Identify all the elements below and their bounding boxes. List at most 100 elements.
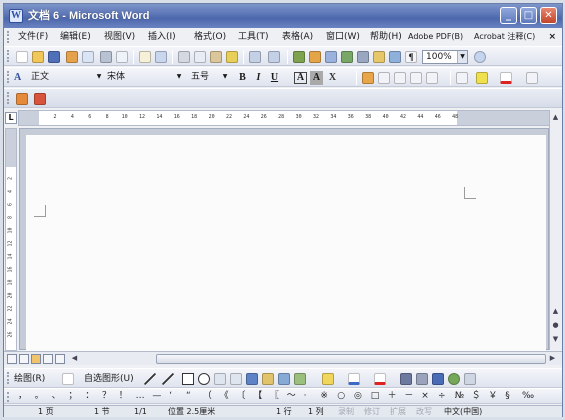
symbol-button[interactable]: · [304, 390, 307, 403]
symbol-button[interactable]: （ [203, 390, 212, 403]
drawing-icon[interactable] [373, 51, 385, 63]
menu-help[interactable]: 帮助(H) [370, 31, 402, 43]
undo-icon[interactable] [249, 51, 261, 63]
symbol-button[interactable]: ※ [320, 390, 328, 403]
menu-adobe-pdf[interactable]: Adobe PDF(B) [408, 31, 463, 43]
zoom-combo[interactable]: 100% ▼ [422, 50, 468, 64]
symbol-button[interactable]: ＋ [388, 390, 397, 403]
symbol-button[interactable]: ， [18, 390, 27, 403]
symbol-button[interactable]: ； [68, 390, 77, 403]
arrow-tool-icon[interactable] [162, 373, 174, 385]
normal-view-icon[interactable] [7, 354, 17, 364]
oval-tool-icon[interactable] [198, 373, 210, 385]
permission-icon[interactable] [66, 51, 78, 63]
align-center-icon[interactable] [378, 72, 390, 84]
symbol-button[interactable]: 。 [35, 390, 44, 403]
font-size-combo[interactable]: 五号 ▼ [188, 71, 230, 85]
status-overtype[interactable]: 改写 [416, 406, 432, 418]
symbol-button[interactable]: ‘ [169, 390, 172, 403]
document-close-button[interactable]: × [548, 31, 556, 43]
italic-button[interactable]: I [252, 71, 265, 85]
tab-selector[interactable]: L [5, 112, 17, 124]
print-icon[interactable] [100, 51, 112, 63]
toolbar-grip[interactable] [7, 372, 10, 384]
style-combo[interactable]: 正文 ▼ [28, 71, 104, 85]
line-color-icon[interactable] [348, 373, 360, 385]
tables-borders-icon[interactable] [309, 51, 321, 63]
symbol-button[interactable]: □ [371, 390, 380, 403]
minimize-button[interactable]: _ [500, 7, 517, 24]
text-box-icon[interactable] [214, 373, 226, 385]
menu-view[interactable]: 视图(V) [104, 31, 135, 43]
character-scale-button[interactable]: X [326, 71, 339, 85]
insert-excel-icon[interactable] [341, 51, 353, 63]
document-page[interactable] [26, 135, 546, 351]
research-icon[interactable] [155, 51, 167, 63]
symbol-button[interactable]: ○ [337, 390, 345, 403]
print-layout-icon[interactable] [31, 354, 41, 364]
draw-menu-button[interactable]: 绘图(R) [14, 372, 45, 386]
format-painter-icon[interactable] [226, 51, 238, 63]
dash-style-icon[interactable] [416, 373, 428, 385]
character-shading-button[interactable]: A [310, 71, 323, 85]
horizontal-ruler[interactable]: 2 4 6 8 10 12 14 16 18 20 22 24 26 28 30 32 34 36 38 40 42 44… [18, 110, 560, 126]
close-button[interactable]: ✕ [540, 7, 557, 24]
underline-button[interactable]: U [268, 71, 281, 85]
scroll-left-icon[interactable]: ◀ [69, 353, 80, 364]
symbol-button[interactable]: ‰ [522, 390, 534, 403]
status-extend[interactable]: 扩展 [390, 406, 406, 418]
symbol-button[interactable]: ￥ [488, 390, 497, 403]
line-tool-icon[interactable] [144, 373, 156, 385]
copy-icon[interactable] [194, 51, 206, 63]
align-justify-icon[interactable] [362, 72, 374, 84]
web-view-icon[interactable] [19, 354, 29, 364]
symbol-button[interactable]: … [136, 390, 145, 403]
spelling-icon[interactable] [139, 51, 151, 63]
document-area[interactable] [19, 128, 549, 351]
open-icon[interactable] [32, 51, 44, 63]
outline-view-icon[interactable] [43, 354, 53, 364]
scroll-up-icon[interactable]: ▲ [550, 112, 561, 123]
symbol-button[interactable]: 〔 [236, 390, 245, 403]
scroll-right-icon[interactable]: ▶ [547, 353, 558, 364]
menu-insert[interactable]: 插入(I) [148, 31, 176, 43]
picture-icon[interactable] [294, 373, 306, 385]
wordart-icon[interactable] [246, 373, 258, 385]
line-spacing-icon[interactable] [426, 72, 438, 84]
cut-icon[interactable] [178, 51, 190, 63]
menubar-grip[interactable] [7, 31, 10, 43]
hyperlink-icon[interactable] [293, 51, 305, 63]
fill-color-icon[interactable] [322, 373, 334, 385]
help-icon[interactable] [474, 51, 486, 63]
distributed-icon[interactable] [410, 72, 422, 84]
maximize-button[interactable]: □ [520, 7, 537, 24]
columns-icon[interactable] [357, 51, 369, 63]
symbol-button[interactable]: ～ [287, 390, 296, 403]
email-icon[interactable] [82, 51, 94, 63]
symbol-button[interactable]: § [505, 390, 510, 403]
symbol-button[interactable]: — [152, 390, 161, 403]
symbol-button[interactable]: ◎ [354, 390, 362, 403]
vertical-ruler[interactable]: 2 4 6 8 10 12 14 16 18 20 22 24 26 [5, 128, 17, 351]
styles-pane-icon[interactable]: A [14, 72, 26, 84]
document-map-icon[interactable] [389, 51, 401, 63]
symbol-button[interactable]: 〖 [270, 390, 279, 403]
menu-file[interactable]: 文件(F) [18, 31, 48, 43]
insert-table-icon[interactable] [325, 51, 337, 63]
font-color-icon[interactable] [500, 72, 512, 84]
menu-tools[interactable]: 工具(T) [238, 31, 269, 43]
numbering-icon[interactable] [456, 72, 468, 84]
clip-art-icon[interactable] [278, 373, 290, 385]
horizontal-scroll-thumb[interactable] [156, 354, 546, 364]
reading-layout-icon[interactable] [16, 93, 28, 105]
menu-acrobat-comments[interactable]: Acrobat 注释(C) [474, 31, 535, 43]
arrow-style-icon[interactable] [432, 373, 444, 385]
highlight-icon[interactable] [476, 72, 488, 84]
symbol-button[interactable]: ！ [119, 390, 128, 403]
symbol-button[interactable]: ÷ [438, 390, 446, 403]
character-border-button[interactable]: A [294, 72, 307, 84]
symbol-button[interactable]: ？ [102, 390, 111, 403]
redo-icon[interactable] [268, 51, 280, 63]
vertical-text-box-icon[interactable] [230, 373, 242, 385]
scroll-down-icon[interactable]: ▼ [550, 334, 561, 345]
